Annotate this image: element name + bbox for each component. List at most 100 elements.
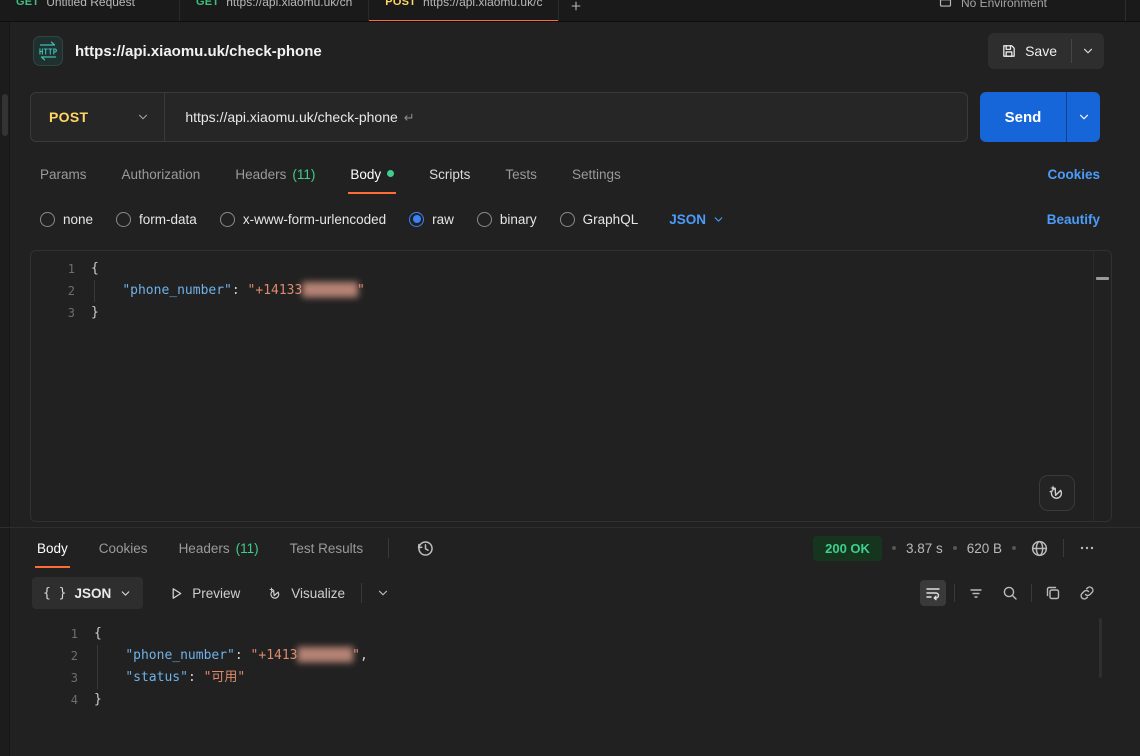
mode-label: raw	[432, 212, 454, 227]
preview-button[interactable]: Preview	[169, 586, 240, 601]
request-tab-2[interactable]: GET https://api.xiaomu.uk/ch	[180, 0, 369, 22]
code-line: 1{	[30, 623, 1110, 645]
response-tab-headers[interactable]: Headers(11)	[177, 529, 261, 568]
tab-body[interactable]: Body	[348, 155, 396, 194]
postbot-button[interactable]	[1039, 475, 1075, 511]
mode-label: x-www-form-urlencoded	[243, 212, 386, 227]
cookies-link[interactable]: Cookies	[1047, 167, 1100, 182]
url-input[interactable]: https://api.xiaomu.uk/check-phone↵	[165, 109, 967, 126]
mode-label: none	[63, 212, 93, 227]
mode-label: form-data	[139, 212, 197, 227]
save-options-button[interactable]	[1072, 33, 1104, 69]
code-text: "phone_number": "+14133████████"	[75, 280, 365, 302]
response-tab-body[interactable]: Body	[35, 529, 70, 568]
mode-graphql[interactable]: GraphQL	[560, 212, 639, 227]
network-info-button[interactable]	[1026, 535, 1053, 562]
tab-label: Scripts	[429, 167, 470, 182]
json-braces-icon: { }	[43, 586, 66, 601]
response-history-button[interactable]	[416, 539, 435, 558]
wrap-text-button[interactable]	[920, 580, 946, 606]
mode-form-data[interactable]: form-data	[116, 212, 197, 227]
code-line: 3 "status": "可用"	[30, 667, 1110, 689]
tabs-divider	[388, 538, 389, 558]
mode-label: GraphQL	[583, 212, 639, 227]
tab-headers[interactable]: Headers(11)	[233, 155, 317, 194]
request-tab-1[interactable]: GET Untitled Request	[0, 0, 180, 22]
tab-settings[interactable]: Settings	[570, 155, 623, 194]
request-url-bar: POST https://api.xiaomu.uk/check-phone↵	[30, 92, 968, 142]
mode-raw[interactable]: raw	[409, 212, 454, 227]
copy-icon	[1044, 584, 1062, 602]
request-body-editor[interactable]: 1{2 "phone_number": "+14133████████"3}	[30, 250, 1112, 522]
mode-none[interactable]: none	[40, 212, 93, 227]
response-body-code[interactable]: 1{2 "phone_number": "+1413████████",3 "s…	[30, 616, 1110, 711]
request-body-code[interactable]: 1{2 "phone_number": "+14133████████"3}	[31, 251, 1111, 324]
save-icon	[1001, 43, 1017, 59]
request-header: HTTP https://api.xiaomu.uk/check-phone S…	[10, 22, 1140, 80]
response-format-dropdown[interactable]: { } JSON	[32, 577, 143, 609]
icons-divider	[954, 584, 955, 602]
request-tab-3-active[interactable]: POST https://api.xiaomu.uk/c	[369, 0, 559, 22]
app-window: GET Untitled Request GET https://api.xia…	[0, 0, 1140, 756]
new-tab-button[interactable]	[559, 0, 593, 21]
visualize-label: Visualize	[291, 586, 345, 601]
language-label: JSON	[669, 212, 706, 227]
code-text: }	[75, 302, 99, 324]
status-badge[interactable]: 200 OK	[813, 536, 882, 561]
response-options-button[interactable]	[1074, 535, 1100, 561]
radio-icon	[560, 212, 575, 227]
mode-x-www-form-urlencoded[interactable]: x-www-form-urlencoded	[220, 212, 386, 227]
meta-separator-dot	[892, 546, 896, 550]
svg-text:HTTP: HTTP	[39, 47, 58, 56]
request-name-title[interactable]: https://api.xiaomu.uk/check-phone	[75, 43, 322, 60]
line-number: 4	[30, 689, 78, 711]
copy-button[interactable]	[1040, 580, 1066, 606]
environment-label: No Environment	[961, 0, 1047, 10]
code-text: "phone_number": "+1413████████",	[78, 645, 368, 667]
language-selector[interactable]: JSON	[669, 212, 725, 227]
response-time[interactable]: 3.87 s	[906, 541, 943, 556]
tab-authorization[interactable]: Authorization	[120, 155, 203, 194]
tab-label: Test Results	[290, 541, 364, 556]
chevron-down-icon	[119, 587, 132, 600]
http-request-icon: HTTP	[33, 36, 63, 66]
response-action-icons	[920, 580, 1100, 606]
environment-selector[interactable]: No Environment	[938, 0, 1047, 15]
tab-label: Authorization	[122, 167, 201, 182]
send-options-button[interactable]	[1067, 92, 1100, 142]
tab-tests[interactable]: Tests	[503, 155, 539, 194]
line-number: 2	[31, 280, 75, 302]
chevron-down-icon	[1077, 110, 1091, 124]
tab-params[interactable]: Params	[38, 155, 89, 194]
save-button[interactable]: Save	[988, 33, 1071, 69]
tab-label: Params	[40, 167, 87, 182]
headers-count: (11)	[236, 541, 259, 556]
more-views-button[interactable]	[376, 586, 390, 600]
response-tab-test-results[interactable]: Test Results	[288, 529, 366, 568]
sidebar-scroll-thumb[interactable]	[2, 94, 8, 136]
code-text: {	[75, 258, 99, 280]
response-body-editor[interactable]: 1{2 "phone_number": "+1413████████",3 "s…	[30, 616, 1110, 756]
globe-icon	[1030, 539, 1049, 558]
method-selector[interactable]: POST	[31, 93, 164, 141]
radio-icon	[477, 212, 492, 227]
response-tab-cookies[interactable]: Cookies	[97, 529, 150, 568]
tab-label: Body	[350, 167, 381, 182]
filter-button[interactable]	[963, 580, 989, 606]
link-button[interactable]	[1074, 580, 1100, 606]
tab-scripts[interactable]: Scripts	[427, 155, 472, 194]
visualize-button[interactable]: Visualize	[266, 585, 345, 602]
editor-scrollbar[interactable]	[1093, 251, 1111, 521]
response-meta: 200 OK 3.87 s 620 B	[813, 535, 1100, 562]
chevron-down-icon	[136, 110, 150, 124]
search-button[interactable]	[997, 580, 1023, 606]
link-icon	[1078, 584, 1096, 602]
send-button[interactable]: Send	[980, 92, 1066, 142]
response-size[interactable]: 620 B	[967, 541, 1002, 556]
beautify-link[interactable]: Beautify	[1047, 212, 1100, 227]
response-scroll-thumb[interactable]	[1099, 618, 1102, 678]
mode-binary[interactable]: binary	[477, 212, 537, 227]
chevron-down-icon	[712, 213, 725, 226]
enter-hint: ↵	[404, 110, 415, 125]
editor-scroll-thumb[interactable]	[1096, 277, 1109, 280]
